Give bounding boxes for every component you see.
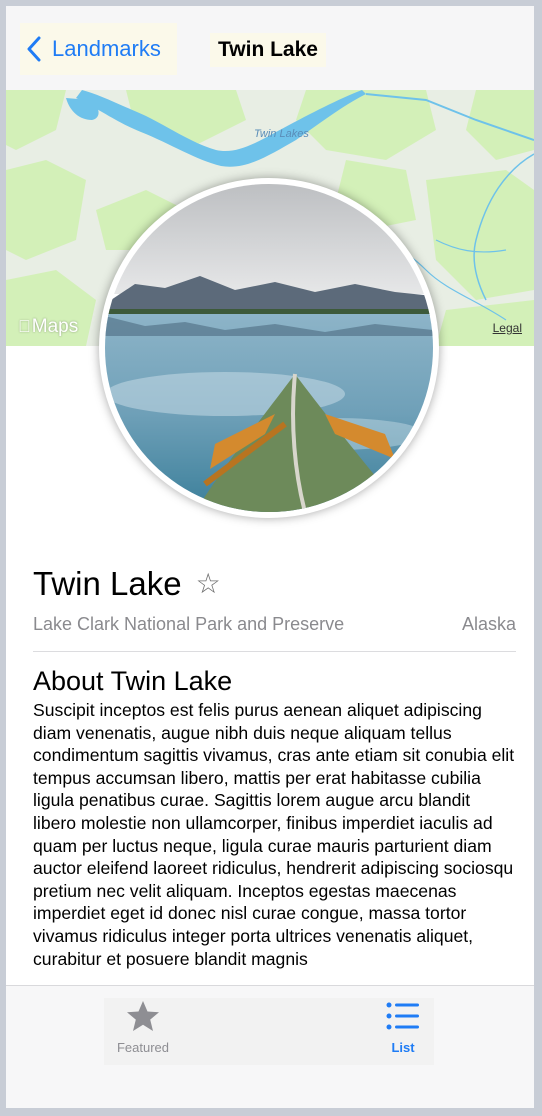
landmark-detail: Twin Lake ☆ Lake Clark National Park and… (33, 562, 516, 970)
landmark-name: Twin Lake (33, 565, 182, 602)
about-text: Suscipit inceptos est felis purus aenean… (33, 700, 515, 969)
landmark-photo-image (105, 184, 433, 512)
divider (33, 651, 516, 652)
back-button-label: Landmarks (52, 36, 161, 61)
nav-title-container: Twin Lake (210, 33, 326, 67)
chevron-left-icon (27, 36, 41, 62)
park-name: Lake Clark National Park and Preserve (33, 614, 345, 634)
legal-link[interactable]: Legal (493, 321, 522, 335)
tab-featured[interactable]: Featured (93, 1000, 193, 1055)
location-row: Lake Clark National Park and Preserve Al… (33, 614, 516, 635)
star-filled-icon (127, 1001, 159, 1031)
state-name: Alaska (461, 614, 516, 634)
star-outline-icon[interactable]: ☆ (196, 570, 221, 598)
maps-brand:  Maps (18, 316, 78, 338)
back-button[interactable]: Landmarks (20, 23, 177, 75)
app-screen: Landmarks Twin Lake Twin Lakes Maps Lega… (6, 6, 534, 1108)
tab-bar: Featured List (6, 985, 534, 1108)
tab-list[interactable]: List (353, 1000, 453, 1055)
tab-list-label: List (391, 1040, 415, 1055)
navigation-bar: Landmarks Twin Lake (6, 6, 534, 91)
title-row: Twin Lake ☆ (33, 562, 516, 606)
list-icon (386, 1002, 419, 1030)
landmark-photo (99, 178, 439, 518)
about-heading: About Twin Lake (33, 666, 233, 696)
tab-featured-label: Featured (116, 1040, 170, 1055)
page-title: Twin Lake (218, 38, 318, 61)
apple-logo-icon:  (18, 317, 31, 337)
map-lake-label: Twin Lakes (254, 128, 309, 140)
maps-brand-label: Maps (19, 316, 78, 337)
